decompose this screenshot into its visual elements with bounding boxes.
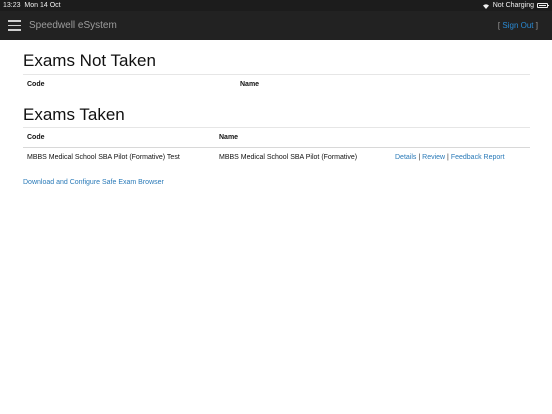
signout-bracket-close: ]	[535, 21, 538, 30]
status-date: Mon 14 Oct	[24, 2, 61, 9]
hamburger-icon[interactable]	[8, 20, 21, 31]
wifi-icon	[482, 3, 490, 9]
table-header-row: Code Name	[23, 75, 530, 95]
exams-not-taken-table: Code Name	[23, 74, 530, 94]
battery-icon	[537, 3, 549, 8]
link-separator: |	[418, 154, 421, 161]
exams-taken-table: Code Name MBBS Medical School SBA Pilot …	[23, 127, 530, 167]
status-time: 13:23	[3, 2, 21, 9]
brand-title: Speedwell eSystem	[29, 20, 117, 31]
sign-out-link[interactable]: Sign Out	[502, 21, 533, 30]
charging-status: Not Charging	[492, 2, 534, 9]
top-navbar: Speedwell eSystem [ Sign Out ]	[0, 11, 552, 40]
column-header-code: Code	[27, 134, 45, 141]
table-header-row: Code Name	[23, 128, 530, 148]
signout-container: [ Sign Out ]	[498, 11, 538, 40]
status-bar: 13:23 Mon 14 Oct Not Charging	[0, 0, 552, 11]
status-time-date: 13:23 Mon 14 Oct	[3, 0, 61, 11]
exams-taken-heading: Exams Taken	[23, 105, 125, 124]
details-link[interactable]: Details	[395, 154, 416, 161]
review-link[interactable]: Review	[422, 154, 445, 161]
link-separator: |	[447, 154, 449, 161]
status-right: Not Charging	[482, 0, 549, 11]
column-header-code: Code	[27, 81, 45, 88]
exam-name-cell: MBBS Medical School SBA Pilot (Formative…	[219, 154, 358, 161]
download-seb-link[interactable]: Download and Configure Safe Exam Browser	[23, 179, 164, 186]
column-header-actions	[391, 128, 530, 148]
column-header-name: Name	[240, 81, 260, 88]
column-header-name: Name	[219, 134, 239, 141]
feedback-report-link[interactable]: Feedback Report	[451, 154, 505, 161]
exam-actions-cell: Details | Review | Feedback Report	[391, 148, 530, 168]
exams-not-taken-heading: Exams Not Taken	[23, 51, 156, 70]
exam-code-cell: MBBS Medical School SBA Pilot (Formative…	[27, 154, 180, 161]
signout-bracket-open: [	[497, 21, 501, 30]
table-row: MBBS Medical School SBA Pilot (Formative…	[23, 148, 530, 168]
